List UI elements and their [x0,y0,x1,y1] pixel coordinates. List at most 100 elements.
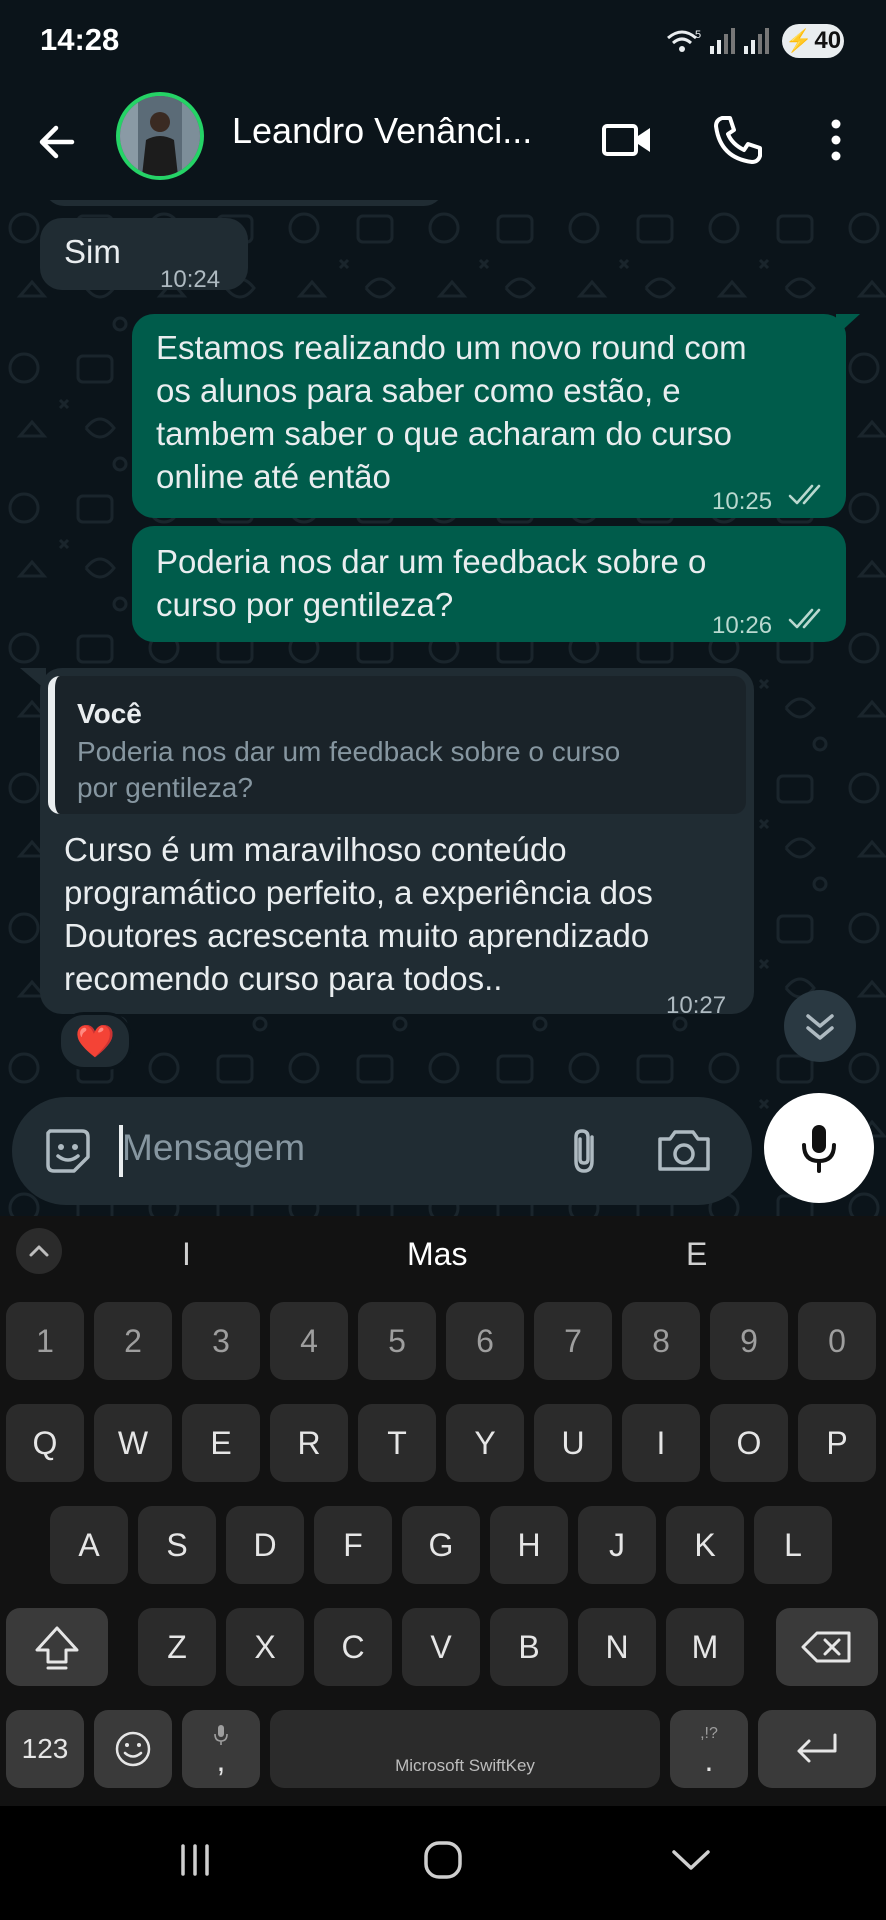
suggestion-item[interactable]: Mas [407,1236,467,1273]
status-bar: 14:28 5 ⚡ 40 [0,0,886,84]
key[interactable]: 1 [6,1302,84,1380]
period-label: . [704,1742,714,1778]
battery-level: 40 [814,27,842,54]
key[interactable]: 3 [182,1302,260,1380]
mic-button[interactable] [764,1093,874,1203]
back-nav-icon[interactable] [656,1830,726,1890]
quoted-message[interactable]: Você Poderia nos dar um feedback sobre o… [48,676,746,814]
key[interactable]: G [402,1506,480,1584]
chevron-up-icon [29,1245,49,1257]
contact-name[interactable]: Leandro Venânci... [232,110,562,152]
key[interactable]: R [270,1404,348,1482]
period-key[interactable]: ,!? . [670,1710,748,1788]
key[interactable]: M [666,1608,744,1686]
message-incoming[interactable]: Sim 10:24 [40,218,248,293]
key[interactable]: U [534,1404,612,1482]
chat-header: Leandro Venânci... [0,84,886,200]
navigation-bar [0,1806,886,1920]
back-arrow-icon[interactable] [28,112,88,172]
message-line: os alunos para saber como estão, e [156,372,681,409]
sticker-icon[interactable] [40,1123,96,1179]
key[interactable]: 9 [710,1302,788,1380]
key[interactable]: Q [6,1404,84,1482]
key[interactable]: T [358,1404,436,1482]
scroll-to-bottom-button[interactable] [784,990,856,1062]
key[interactable]: B [490,1608,568,1686]
message-text: Poderia nos dar um feedback sobre o curs… [156,540,706,626]
message-incoming-reply[interactable]: Você Poderia nos dar um feedback sobre o… [40,668,754,1019]
charging-icon: ⚡ [784,28,813,53]
read-ticks-icon [788,484,821,505]
key[interactable]: E [182,1404,260,1482]
message-outgoing[interactable]: Estamos realizando um novo round com os … [132,314,846,518]
suggestion-expand-button[interactable] [16,1228,62,1274]
comma-key[interactable]: , [182,1710,260,1788]
quote-line: por gentileza? [77,772,253,803]
message-outgoing[interactable]: Poderia nos dar um feedback sobre o curs… [132,526,846,642]
key[interactable]: 6 [446,1302,524,1380]
message-time: 10:25 [712,488,773,515]
keyboard: I Mas E 1 2 3 4 5 6 7 8 9 0 Q W E R T Y … [0,1216,886,1806]
key[interactable]: 5 [358,1302,436,1380]
key[interactable]: A [50,1506,128,1584]
video-call-icon[interactable] [598,110,658,170]
avatar[interactable] [116,92,204,180]
previous-message-edge [44,200,444,206]
smiley-icon [115,1731,151,1767]
key[interactable]: 4 [270,1302,348,1380]
message-time: 10:24 [160,266,221,293]
key[interactable]: 0 [798,1302,876,1380]
key[interactable]: O [710,1404,788,1482]
key[interactable]: 2 [94,1302,172,1380]
key[interactable]: P [798,1404,876,1482]
key[interactable]: V [402,1608,480,1686]
emoji-key[interactable] [94,1710,172,1788]
enter-key[interactable] [758,1710,876,1788]
message-line: Curso é um maravilhoso conteúdo [64,831,567,868]
signal-wifi-icon: 5 [667,28,769,54]
message-line: Doutores acrescenta muito aprendizado [64,917,650,954]
message-input[interactable]: Mensagem [122,1127,305,1169]
message-text: Curso é um maravilhoso conteúdo programá… [64,828,653,1000]
quote-line: Poderia nos dar um feedback sobre o curs… [77,736,621,767]
message-time: 10:27 [666,992,727,1019]
suggestion-item[interactable]: E [686,1236,707,1273]
key[interactable]: L [754,1506,832,1584]
heart-reaction-icon[interactable]: ❤️ [58,1012,132,1070]
key[interactable]: S [138,1506,216,1584]
camera-icon[interactable] [652,1123,716,1179]
key[interactable]: 8 [622,1302,700,1380]
status-time: 14:28 [40,22,120,57]
key[interactable]: N [578,1608,656,1686]
home-icon[interactable] [408,1830,478,1890]
key[interactable]: F [314,1506,392,1584]
more-vert-icon[interactable] [806,110,866,170]
message-line: Estamos realizando um novo round com [156,329,747,366]
message-line: tambem saber o que acharam do curso [156,415,732,452]
attach-icon[interactable] [558,1123,614,1179]
key[interactable]: I [622,1404,700,1482]
backspace-key[interactable] [776,1608,878,1686]
recent-apps-icon[interactable] [160,1830,230,1890]
phone-icon[interactable] [708,110,768,170]
key[interactable]: K [666,1506,744,1584]
key[interactable]: Y [446,1404,524,1482]
spacebar[interactable]: Microsoft SwiftKey [270,1710,660,1788]
shift-key[interactable] [6,1608,108,1686]
key[interactable]: C [314,1608,392,1686]
key[interactable]: 7 [534,1302,612,1380]
quote-text: Poderia nos dar um feedback sobre o curs… [77,734,730,806]
message-line: recomendo curso para todos.. [64,960,503,997]
key[interactable]: Z [138,1608,216,1686]
symbols-key[interactable]: 123 [6,1710,84,1788]
key[interactable]: W [94,1404,172,1482]
message-text: Sim [64,233,121,270]
suggestion-item[interactable]: I [182,1236,191,1273]
chat-area[interactable]: Sim 10:24 Estamos realizando um novo rou… [0,200,886,1216]
message-time: 10:26 [712,612,773,639]
key[interactable]: D [226,1506,304,1584]
key[interactable]: X [226,1608,304,1686]
key[interactable]: J [578,1506,656,1584]
comma-label: , [216,1742,226,1778]
key[interactable]: H [490,1506,568,1584]
